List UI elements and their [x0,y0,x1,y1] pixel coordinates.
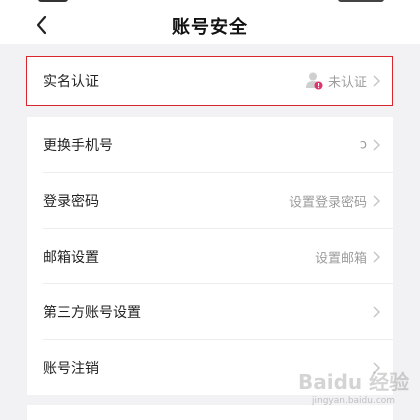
user-warning-icon [305,71,323,91]
real-name-verification-row[interactable]: 实名认证 未认证 [27,56,393,106]
nav-header: 账号安全 [0,6,420,44]
row-label: 实名认证 [43,74,99,90]
account-settings-group: 更换手机号 ɔ 登录密码 设置登录密码 邮箱设置 设置邮箱 第三方账号设置 账号… [27,117,393,395]
chevron-right-icon [372,251,380,263]
chevron-right-icon [372,195,380,207]
chevron-right-icon [372,75,380,87]
status-bar-time [38,0,68,2]
row-label: 账号注销 [43,360,99,377]
email-settings-row[interactable]: 邮箱设置 设置邮箱 [27,229,393,284]
chevron-right-icon [372,362,380,374]
row-label: 第三方账号设置 [43,304,141,321]
row-value: ɔ [359,137,367,152]
change-phone-row[interactable]: 更换手机号 ɔ [27,117,393,172]
row-label: 登录密码 [43,193,99,210]
row-value: 设置邮箱 [314,251,367,266]
account-deletion-row[interactable]: 账号注销 [27,340,393,395]
status-bar-indicators [338,0,384,2]
third-party-accounts-row[interactable]: 第三方账号设置 [27,284,393,339]
page-title: 账号安全 [172,17,248,38]
login-password-row[interactable]: 登录密码 设置登录密码 [27,173,393,228]
row-label: 邮箱设置 [43,249,99,266]
verification-group: 实名认证 未认证 [27,56,393,106]
row-value: 设置登录密码 [288,195,367,210]
verification-status: 未认证 [327,75,367,91]
row-label: 更换手机号 [43,137,113,154]
chevron-right-icon [372,139,380,151]
chevron-right-icon [372,306,380,318]
next-group [27,405,393,420]
